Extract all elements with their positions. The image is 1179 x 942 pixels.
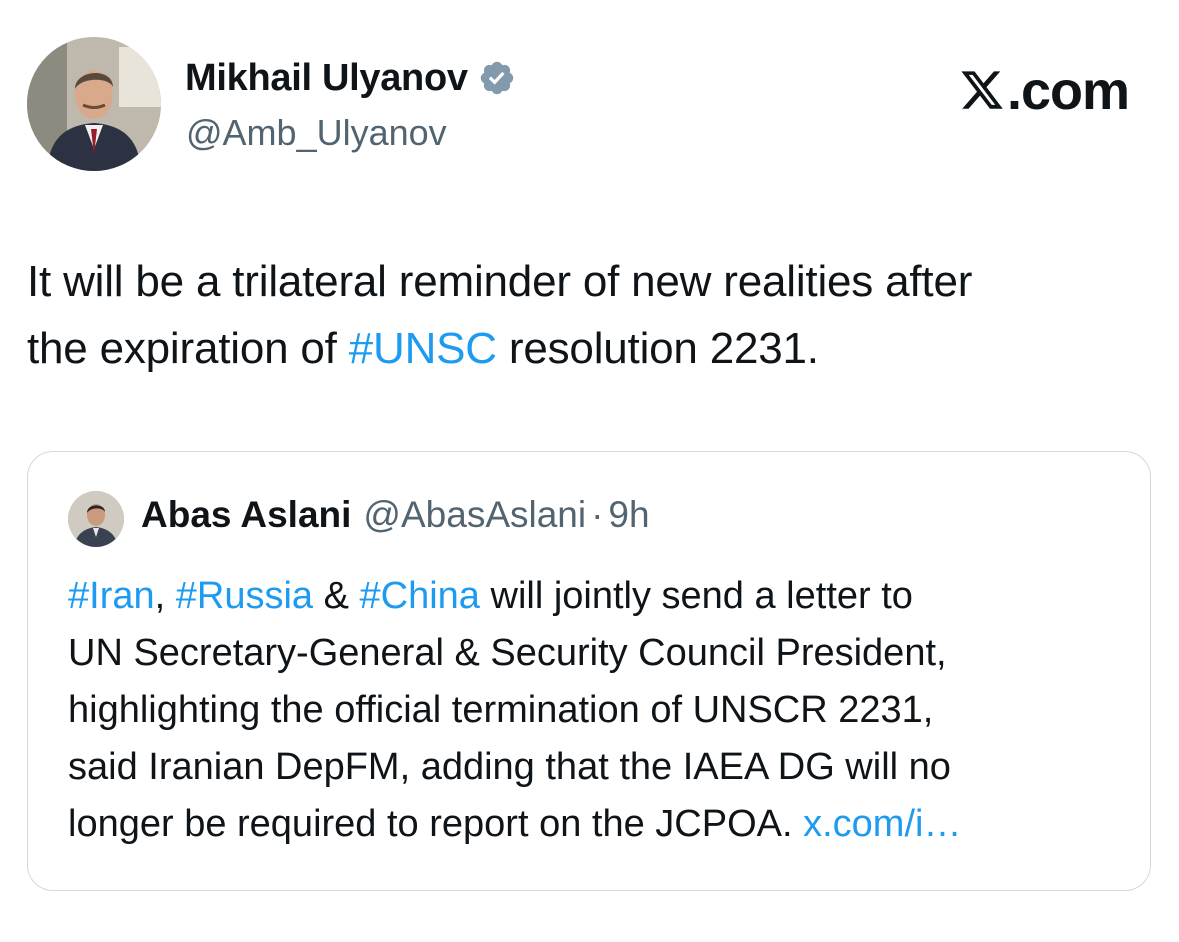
- hashtag-link[interactable]: #Russia: [176, 575, 313, 617]
- quoted-line-3: highlighting the official termination of…: [68, 689, 934, 731]
- quoted-text-segment: longer be required to report on the JCPO…: [68, 803, 804, 845]
- quoted-handle[interactable]: @AbasAslani: [363, 494, 586, 536]
- quoted-tweet-body: #Iran, #Russia & #China will jointly sen…: [68, 568, 1138, 853]
- tweet-line-2: the expiration of #UNSC resolution 2231.: [27, 315, 1157, 382]
- tweet-line-1: It will be a trilateral reminder of new …: [27, 257, 973, 306]
- quoted-tweet-card[interactable]: Abas Aslani @AbasAslani · 9h #Iran, #Rus…: [27, 451, 1151, 891]
- author-avatar[interactable]: [27, 37, 161, 171]
- quoted-tweet-header: Abas Aslani @AbasAslani · 9h: [141, 494, 650, 536]
- hashtag-link[interactable]: #UNSC: [349, 324, 497, 373]
- quoted-author-avatar[interactable]: [68, 491, 124, 547]
- quoted-display-name[interactable]: Abas Aslani: [141, 494, 351, 536]
- quoted-author-photo: [68, 491, 124, 547]
- quoted-line-1: #Iran, #Russia & #China will jointly sen…: [68, 568, 1138, 625]
- quoted-line-4: said Iranian DepFM, adding that the IAEA…: [68, 746, 951, 788]
- tweet-url-link[interactable]: x.com/i…: [803, 803, 961, 845]
- tweet-body: It will be a trilateral reminder of new …: [27, 248, 1157, 382]
- brand-label: .com: [1006, 61, 1130, 121]
- quoted-text-segment: &: [313, 575, 360, 617]
- author-handle[interactable]: @Amb_Ulyanov: [186, 112, 447, 154]
- quoted-line-2: UN Secretary-General & Security Council …: [68, 632, 947, 674]
- author-display-name[interactable]: Mikhail Ulyanov: [185, 57, 468, 100]
- quoted-text-segment: will jointly send a letter to: [479, 575, 913, 617]
- x-logo-icon: [959, 67, 1005, 113]
- tweet-text-segment: the expiration of: [27, 324, 349, 373]
- author-name-row: Mikhail Ulyanov: [185, 56, 516, 100]
- quoted-timestamp[interactable]: 9h: [608, 494, 649, 536]
- quoted-line-5: longer be required to report on the JCPO…: [68, 796, 1138, 853]
- hashtag-link[interactable]: #Iran: [68, 575, 155, 617]
- author-photo: [27, 37, 161, 171]
- hashtag-link[interactable]: #China: [360, 575, 480, 617]
- x-brand-watermark: .com: [959, 60, 1130, 122]
- header-separator: ·: [591, 494, 604, 535]
- verified-badge-icon[interactable]: [478, 59, 516, 97]
- quoted-text-segment: ,: [154, 575, 176, 617]
- tweet-text-segment: resolution 2231.: [496, 324, 819, 373]
